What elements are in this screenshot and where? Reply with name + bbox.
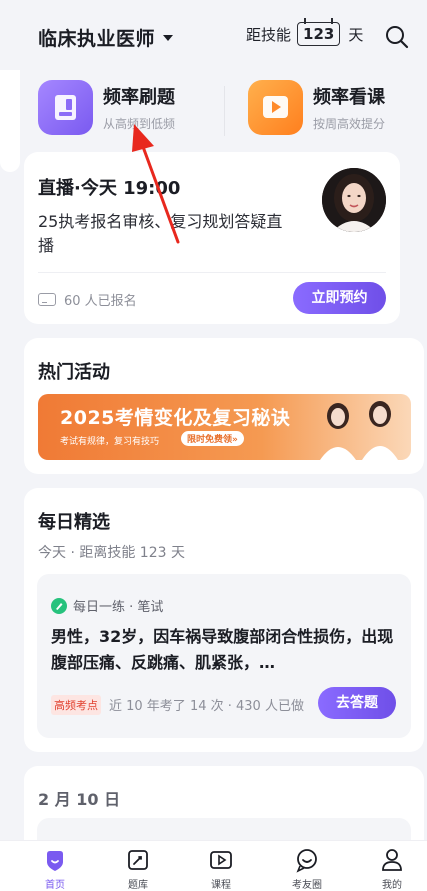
- pencil-badge-icon: [51, 597, 67, 614]
- bottom-tab-bar: 首页 题库 课程 考友圈 我的: [0, 840, 427, 891]
- teachers-illustration: [320, 401, 398, 460]
- entry-name: 频率看课: [313, 86, 385, 108]
- exam-selector[interactable]: 临床执业医师: [38, 24, 174, 51]
- divider: [38, 272, 386, 273]
- skill-countdown[interactable]: 距技能 123 天: [246, 18, 364, 46]
- tab-label: 首页: [45, 880, 65, 891]
- banner-title: 2025考情变化及复习秘诀: [60, 407, 291, 429]
- section-title: 每日精选: [38, 512, 110, 533]
- date-title: 2 月 10 日: [38, 790, 121, 809]
- tab-community[interactable]: 考友圈: [277, 847, 337, 891]
- tab-label: 课程: [211, 880, 231, 891]
- tab-profile[interactable]: 我的: [362, 847, 422, 891]
- hot-activity-card: 热门活动 2025考情变化及复习秘诀 考试有规律，复习有技巧 限时免费领»: [24, 338, 424, 474]
- tab-home[interactable]: 首页: [25, 847, 85, 891]
- video-play-icon: [248, 79, 303, 135]
- activity-banner[interactable]: 2025考情变化及复习秘诀 考试有规律，复习有技巧 限时免费领»: [38, 394, 411, 460]
- question-bank-icon: [128, 850, 148, 870]
- live-tv-icon: [38, 293, 56, 306]
- high-frequency-tag: 高频考点: [51, 695, 101, 715]
- countdown-suffix: 天: [348, 25, 364, 44]
- question-card[interactable]: 每日一练 · 笔试 男性，32岁，因车祸导致腹部闭合性损伤，出现腹部压痛、反跳痛…: [37, 574, 411, 738]
- course-play-icon: [210, 851, 232, 869]
- host-avatar: [322, 168, 386, 232]
- reserve-button[interactable]: 立即预约: [293, 282, 386, 314]
- search-button[interactable]: [384, 24, 410, 50]
- free-claim-tag: 限时免费领»: [181, 431, 244, 446]
- daily-pick-card: 每日精选 今天 · 距离技能 123 天 每日一练 · 笔试 男性，32岁，因车…: [24, 488, 424, 752]
- frequency-course-entry[interactable]: 频率看课 按周高效提分: [248, 78, 385, 136]
- entry-subtitle: 按周高效提分: [313, 116, 386, 131]
- live-card[interactable]: 直播·今天 19:00 25执考报名审核、复习规划答疑直播 60 人已报名 立即…: [24, 152, 400, 324]
- exam-title: 临床执业医师: [38, 28, 156, 50]
- practice-icon: [38, 79, 93, 135]
- source-text: 每日一练 · 笔试: [73, 600, 164, 615]
- banner-subtitle: 考试有规律，复习有技巧: [60, 437, 160, 447]
- countdown-prefix: 距技能: [246, 25, 292, 44]
- question-stats: 近 10 年考了 14 次 · 430 人已做: [109, 699, 304, 714]
- entry-divider: [224, 86, 225, 136]
- quick-entries: 频率刷题 从高频到低频 频率看课 按周高效提分: [0, 78, 427, 136]
- answer-button[interactable]: 去答题: [318, 687, 396, 719]
- enroll-text: 60 人已报名: [64, 294, 137, 309]
- search-icon: [386, 26, 409, 49]
- caret-down-icon: [163, 34, 174, 41]
- community-icon: [296, 849, 317, 873]
- countdown-days: 123: [297, 18, 341, 46]
- tab-label: 考友圈: [292, 880, 322, 891]
- question-source: 每日一练 · 笔试: [51, 596, 163, 615]
- section-title: 热门活动: [38, 362, 110, 383]
- tab-label: 我的: [382, 880, 402, 891]
- live-description: 25执考报名审核、复习规划答疑直播: [38, 212, 283, 255]
- tab-course[interactable]: 课程: [191, 847, 251, 891]
- entry-name: 频率刷题: [103, 86, 175, 108]
- home-icon: [47, 851, 63, 871]
- top-bar: 临床执业医师 距技能 123 天: [0, 0, 427, 70]
- tab-question-bank[interactable]: 题库: [108, 847, 168, 891]
- enroll-count: 60 人已报名: [38, 290, 137, 309]
- daily-subtitle: 今天 · 距离技能 123 天: [38, 545, 185, 561]
- question-text: 男性，32岁，因车祸导致腹部闭合性损伤，出现腹部压痛、反跳痛、肌紧张，…: [51, 627, 394, 672]
- entry-subtitle: 从高频到低频: [103, 116, 176, 131]
- profile-icon: [382, 849, 402, 871]
- frequency-practice-entry[interactable]: 频率刷题 从高频到低频: [38, 78, 175, 136]
- live-title: 直播·今天 19:00: [38, 178, 181, 199]
- tab-label: 题库: [128, 880, 148, 891]
